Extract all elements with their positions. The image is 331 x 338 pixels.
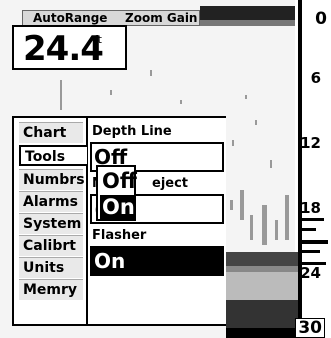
tab-chart[interactable]: Chart — [19, 122, 83, 143]
depth-scale-6: 6 — [310, 69, 321, 87]
range-mode-label: AutoRange — [33, 11, 108, 25]
fishfinder-screen: AutoRange Zoom Gain 24.4 ft 0 6 12 18 24… — [0, 0, 331, 338]
depth-scale-24: 24 — [300, 264, 321, 282]
flasher-field[interactable]: On — [90, 246, 224, 276]
depth-scale-0: 0 — [315, 9, 327, 29]
tab-memry[interactable]: Memry — [19, 279, 83, 300]
noise-reject-label-end: eject — [152, 176, 189, 191]
tab-units[interactable]: Units — [19, 257, 83, 278]
depth-scale-30: 30 — [295, 318, 325, 338]
tab-alarms[interactable]: Alarms — [19, 191, 83, 212]
tab-calibrt[interactable]: Calibrt — [19, 235, 83, 256]
depth-unit: ft — [94, 33, 102, 46]
flasher-label: Flasher — [92, 228, 147, 243]
depth-scale-12: 12 — [300, 134, 321, 152]
option-on[interactable]: On — [100, 195, 135, 219]
tab-numbrs[interactable]: Numbrs — [19, 169, 85, 190]
depth-readout: 24.4 ft — [12, 25, 127, 70]
tab-system[interactable]: System — [19, 213, 83, 234]
option-off[interactable]: Off — [100, 169, 137, 193]
status-bar: AutoRange Zoom Gain — [22, 10, 200, 26]
tab-tools[interactable]: Tools — [19, 145, 87, 166]
tools-settings: Depth Line Off N eject ( Flasher On — [86, 118, 226, 324]
depth-line-label: Depth Line — [92, 124, 172, 139]
depth-value: 24.4 — [23, 29, 104, 69]
depth-scale-18: 18 — [300, 199, 321, 217]
zoom-mode-label: Zoom Gain — [125, 11, 198, 25]
setup-menu: Chart Tools Numbrs Alarms System Calibrt… — [12, 116, 226, 326]
option-popup: Off On — [96, 165, 137, 221]
